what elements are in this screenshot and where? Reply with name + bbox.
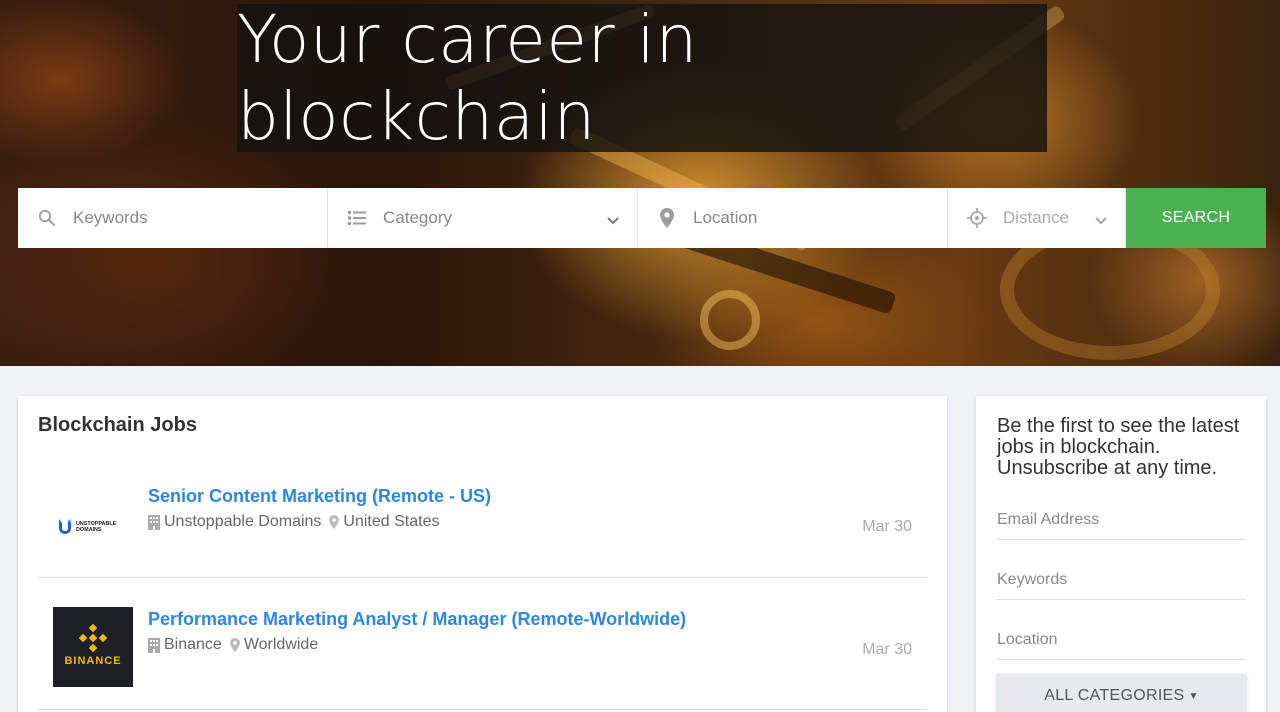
jobs-list-card: Blockchain Jobs UNSTOPPABLE DOMAINS Seni… <box>18 396 947 712</box>
distance-placeholder: Distance <box>1003 208 1070 227</box>
logo-text: DOMAINS <box>76 527 102 533</box>
job-search-bar: Keywords Category Location Distance SEAR… <box>18 188 1266 248</box>
hero-title: Your career in blockchain <box>237 1 698 155</box>
company-logo: UNSTOPPABLE DOMAINS <box>53 486 133 566</box>
chevron-down-icon <box>607 210 619 230</box>
logo-text: BINANCE <box>64 655 121 667</box>
job-list-item[interactable]: BINANCE Performance Marketing Analyst / … <box>38 588 927 710</box>
company-name: Unstoppable Domains <box>164 513 322 530</box>
category-select[interactable]: Category <box>328 188 638 248</box>
subscribe-text: Be the first to see the latest jobs in b… <box>997 415 1240 479</box>
crosshair-icon <box>967 208 987 228</box>
distance-select[interactable]: Distance <box>948 188 1126 248</box>
location-pin-icon <box>329 515 340 529</box>
keywords-field[interactable]: Keywords <box>18 188 328 248</box>
location-pin-icon <box>229 638 240 652</box>
email-field[interactable] <box>997 500 1246 540</box>
building-icon <box>148 637 160 653</box>
alert-keywords-field[interactable] <box>997 560 1246 600</box>
alert-location-field[interactable] <box>997 620 1246 660</box>
job-location: Worldwide <box>243 636 319 653</box>
chevron-down-icon <box>1095 210 1107 230</box>
job-alert-card: Be the first to see the latest jobs in b… <box>976 396 1266 712</box>
search-button[interactable]: SEARCH <box>1126 188 1266 248</box>
job-meta: Binance Worldwide <box>148 636 318 654</box>
keywords-placeholder: Keywords <box>73 208 148 227</box>
company-logo: BINANCE <box>53 607 133 687</box>
job-title-link[interactable]: Senior Content Marketing (Remote - US) <box>148 486 491 507</box>
location-field[interactable]: Location <box>638 188 948 248</box>
jobs-heading: Blockchain Jobs <box>38 414 197 436</box>
search-icon <box>37 208 57 228</box>
category-placeholder: Category <box>383 208 452 227</box>
all-categories-button[interactable]: ALL CATEGORIES ▼ <box>997 674 1246 712</box>
hero-banner: Your career in blockchain <box>0 0 1280 366</box>
hero-decoration <box>700 290 760 350</box>
list-icon <box>347 208 367 228</box>
all-categories-label: ALL CATEGORIES <box>1044 687 1185 704</box>
job-list-item[interactable]: UNSTOPPABLE DOMAINS Senior Content Marke… <box>38 456 927 578</box>
caret-down-icon: ▼ <box>1188 690 1199 702</box>
location-placeholder: Location <box>693 208 758 227</box>
job-title-link[interactable]: Performance Marketing Analyst / Manager … <box>148 609 686 630</box>
hero-title-box: Your career in blockchain <box>237 1 1047 155</box>
job-date: Mar 30 <box>862 518 912 535</box>
job-meta: Unstoppable Domains United States <box>148 513 439 531</box>
job-location: United States <box>343 513 440 530</box>
job-date: Mar 30 <box>862 641 912 658</box>
company-name: Binance <box>164 636 222 653</box>
location-pin-icon <box>657 208 677 228</box>
building-icon <box>148 514 160 530</box>
